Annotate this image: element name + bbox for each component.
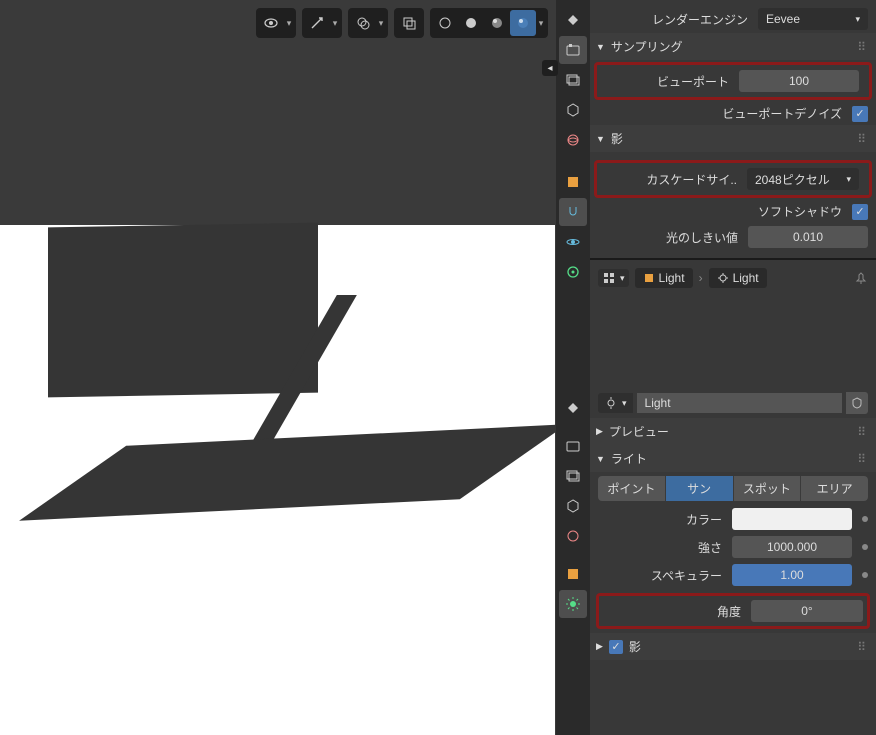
triangle-right-icon: ▶	[596, 426, 603, 437]
light-type-point[interactable]: ポイント	[598, 476, 666, 501]
light-data-selector[interactable]: ▾	[598, 393, 633, 413]
cascade-size-dropdown[interactable]: 2048ピクセル ▾	[747, 168, 859, 190]
properties-tab-strip-lower	[556, 388, 590, 735]
tab-world[interactable]	[559, 126, 587, 154]
overlay-menu[interactable]	[350, 10, 376, 36]
chevron-right-icon: ›	[699, 271, 703, 285]
power-label: 強さ	[598, 539, 726, 556]
anim-dot[interactable]	[862, 572, 868, 578]
light-type-tabs: ポイント サン スポット エリア	[598, 476, 868, 501]
light-type-sun[interactable]: サン	[666, 476, 734, 501]
sampling-section-header[interactable]: ▼ サンプリング ⠿	[590, 33, 876, 60]
chevron-down-icon[interactable]: ▾	[536, 10, 546, 36]
light-shadow-section-header[interactable]: ▶ ✓ 影 ⠿	[590, 633, 876, 660]
drag-handle-icon[interactable]: ⠿	[857, 40, 868, 54]
cascade-size-label: カスケードサイ..	[607, 171, 743, 188]
viewport-scene	[0, 0, 556, 735]
pin-icon[interactable]	[854, 271, 868, 285]
angle-highlight: 角度 0°	[596, 593, 870, 629]
specular-label: スペキュラー	[598, 567, 726, 584]
triangle-down-icon: ▼	[596, 134, 605, 144]
tab-output[interactable]	[559, 36, 587, 64]
tab-viewlayer-2[interactable]	[559, 462, 587, 490]
shading-material[interactable]	[484, 10, 510, 36]
light-shadow-checkbox[interactable]: ✓	[609, 640, 623, 654]
visibility-menu[interactable]	[258, 10, 284, 36]
power-field[interactable]: 1000.000	[732, 536, 852, 558]
tab-render-2[interactable]	[559, 394, 587, 422]
triangle-right-icon: ▶	[596, 641, 603, 652]
angle-field[interactable]: 0°	[751, 600, 863, 622]
drag-handle-icon[interactable]: ⠿	[857, 452, 868, 466]
data-breadcrumb: ▾ Light › Light	[590, 264, 876, 292]
soft-shadow-checkbox[interactable]: ✓	[852, 204, 868, 220]
light-threshold-label: 光のしきい値	[598, 229, 744, 246]
tab-constraints[interactable]	[559, 258, 587, 286]
cascade-size-highlight: カスケードサイ.. 2048ピクセル ▾	[594, 160, 872, 198]
properties-tab-strip-upper	[556, 0, 590, 388]
light-type-spot[interactable]: スポット	[734, 476, 802, 501]
specular-field[interactable]: 1.00	[732, 564, 852, 586]
shading-wireframe[interactable]	[432, 10, 458, 36]
chevron-down-icon[interactable]: ▾	[330, 10, 340, 36]
chevron-down-icon[interactable]: ▾	[376, 10, 386, 36]
light-threshold-field[interactable]: 0.010	[748, 226, 868, 248]
chevron-down-icon[interactable]: ▾	[284, 10, 294, 36]
anim-dot[interactable]	[862, 544, 868, 550]
triangle-down-icon: ▼	[596, 454, 605, 464]
soft-shadow-label: ソフトシャドウ	[598, 203, 848, 220]
drag-handle-icon[interactable]: ⠿	[857, 132, 868, 146]
fake-user-toggle[interactable]	[846, 392, 868, 414]
shadow-section-header[interactable]: ▼ 影 ⠿	[590, 125, 876, 152]
color-label: カラー	[598, 511, 726, 528]
viewport-samples-label: ビューポート	[607, 73, 735, 90]
drag-handle-icon[interactable]: ⠿	[857, 640, 868, 654]
triangle-down-icon: ▼	[596, 42, 605, 52]
shadow-header-label: 影	[611, 130, 623, 147]
viewport-denoise-checkbox[interactable]: ✓	[852, 106, 868, 122]
gizmo-menu[interactable]	[304, 10, 330, 36]
tab-scene[interactable]	[559, 96, 587, 124]
tab-light-data[interactable]	[559, 590, 587, 618]
tab-scene-2[interactable]	[559, 492, 587, 520]
render-engine-dropdown[interactable]: Eevee ▾	[758, 8, 868, 30]
tab-world-2[interactable]	[559, 522, 587, 550]
light-section-header[interactable]: ▼ ライト ⠿	[590, 445, 876, 472]
tab-render[interactable]	[559, 6, 587, 34]
breadcrumb-data[interactable]: Light	[709, 268, 767, 288]
breadcrumb-object[interactable]: Light	[635, 268, 693, 288]
viewport-samples-field[interactable]: 100	[739, 70, 859, 92]
tab-output-2[interactable]	[559, 432, 587, 460]
angle-label: 角度	[603, 603, 745, 620]
drag-handle-icon[interactable]: ⠿	[857, 425, 868, 439]
shading-solid[interactable]	[458, 10, 484, 36]
tab-modifiers[interactable]	[559, 198, 587, 226]
tab-object[interactable]	[559, 168, 587, 196]
tab-physics[interactable]	[559, 228, 587, 256]
light-type-area[interactable]: エリア	[801, 476, 868, 501]
render-engine-label: レンダーエンジン	[598, 11, 754, 28]
tab-viewlayer[interactable]	[559, 66, 587, 94]
render-engine-value: Eevee	[766, 12, 800, 26]
shading-rendered[interactable]	[510, 10, 536, 36]
viewport-denoise-label: ビューポートデノイズ	[598, 105, 848, 122]
anim-dot[interactable]	[862, 516, 868, 522]
viewport-3d[interactable]: ▾ ▾ ▾ ▾ ◂	[0, 0, 556, 735]
light-properties-panel: ▾ Light ▶ プレビュー ⠿ ▼ ライト ⠿ ポイント サン スポット エ…	[556, 388, 876, 735]
preview-section-header[interactable]: ▶ プレビュー ⠿	[590, 418, 876, 445]
viewport-samples-highlight: ビューポート 100	[594, 62, 872, 100]
editor-type-selector[interactable]: ▾	[598, 269, 629, 287]
tab-object-2[interactable]	[559, 560, 587, 588]
light-name-field[interactable]: Light	[637, 393, 842, 413]
viewport-header-toolbar: ▾ ▾ ▾ ▾	[256, 8, 548, 38]
chevron-down-icon: ▾	[846, 174, 851, 185]
xray-toggle[interactable]	[396, 10, 422, 36]
chevron-down-icon: ▾	[855, 14, 860, 25]
sampling-header-label: サンプリング	[611, 38, 683, 55]
color-field[interactable]	[732, 508, 852, 530]
